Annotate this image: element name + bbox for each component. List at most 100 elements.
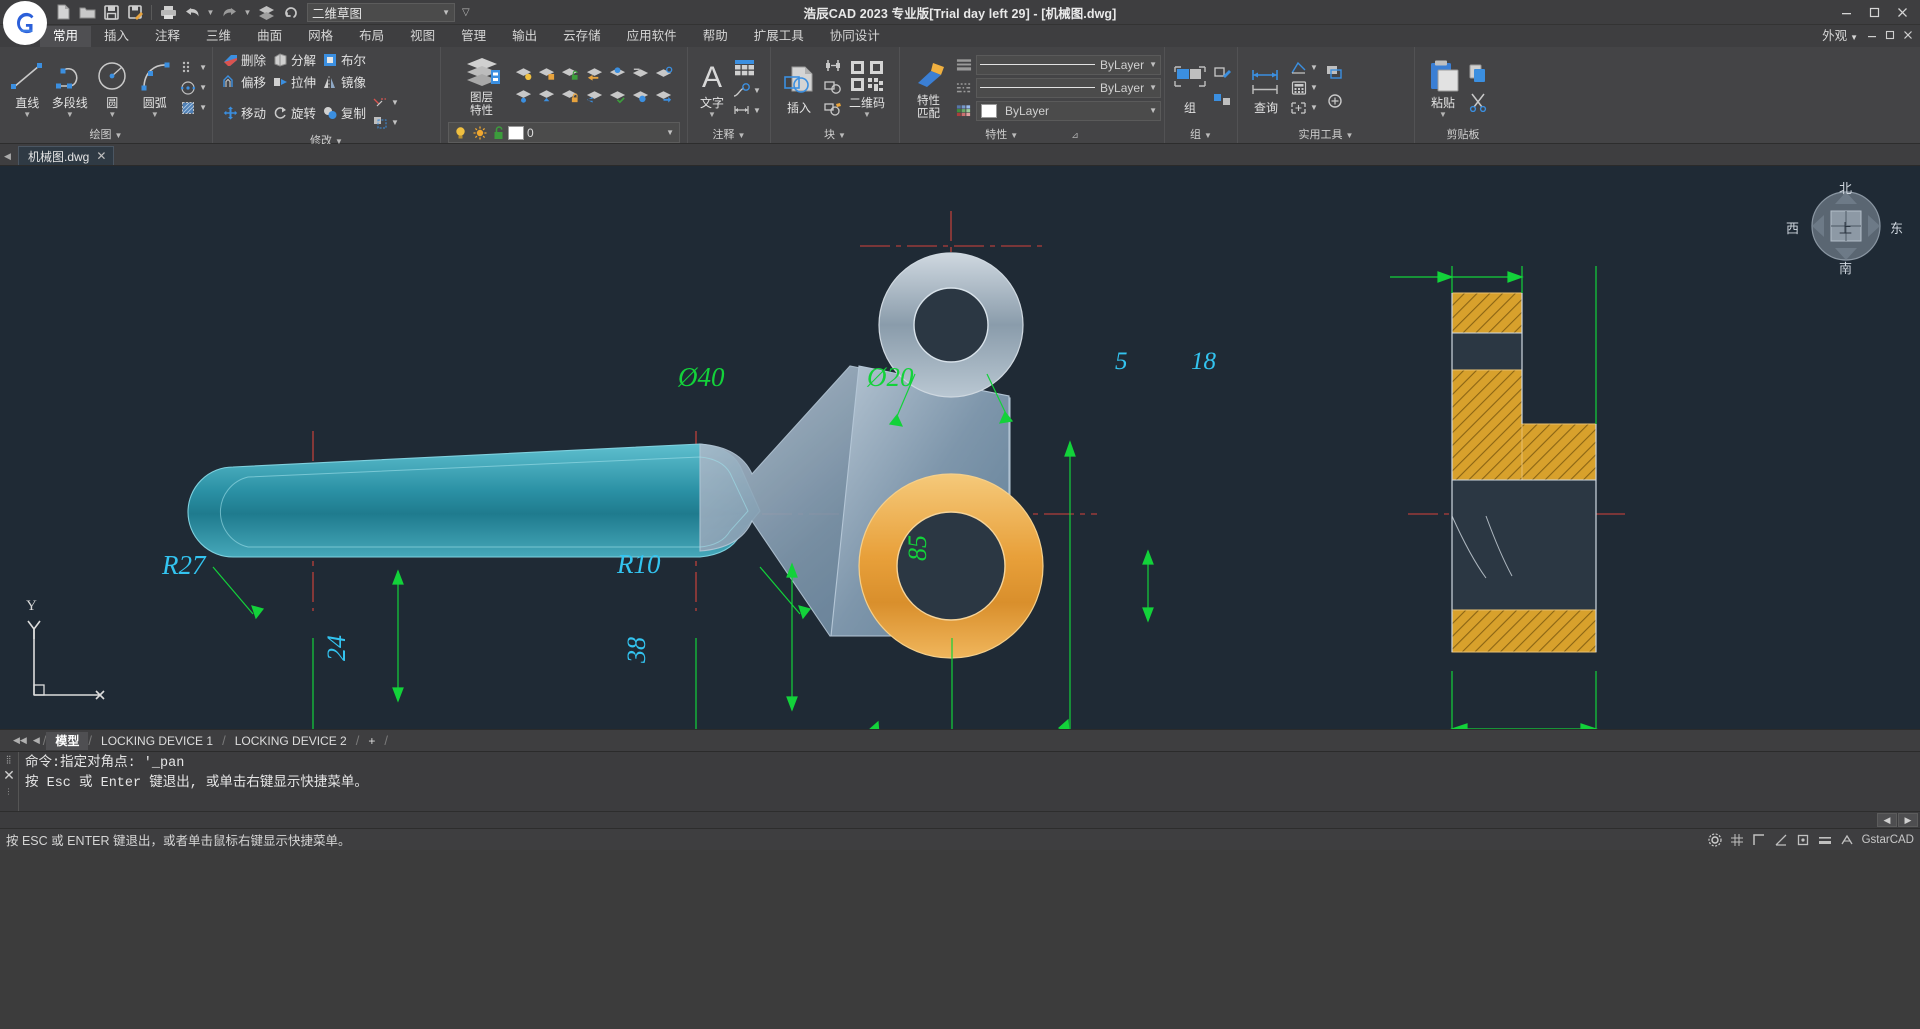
- block-edit-icon[interactable]: [822, 55, 844, 76]
- draw-circle-button[interactable]: 圆 ▼: [91, 54, 134, 121]
- command-line-text[interactable]: 命令:指定对角点: '_pan 按 Esc 或 Enter 键退出, 或单击右键…: [18, 752, 1906, 811]
- point-style-dropdown-icon[interactable]: ▼: [1308, 103, 1320, 112]
- ribbon-tab-insert[interactable]: 插入: [91, 26, 142, 47]
- ribbon-close-button[interactable]: [1900, 27, 1916, 43]
- ribbon-tab-annotate[interactable]: 注释: [142, 26, 193, 47]
- ribbon-tab-collab[interactable]: 协同设计: [817, 26, 893, 47]
- layer-selector[interactable]: 0 ▼: [448, 122, 680, 143]
- app-logo-icon[interactable]: [3, 1, 47, 45]
- panel-group-expand-icon[interactable]: ▼: [1204, 128, 1212, 143]
- trim-icon[interactable]: [370, 93, 389, 112]
- panel-utility-expand-icon[interactable]: ▼: [1346, 128, 1354, 143]
- block-qrcode-button[interactable]: 二维码 ▼: [844, 54, 890, 121]
- panel-properties-expand-icon[interactable]: ▼: [1010, 128, 1018, 143]
- modify-stretch-button[interactable]: 拉伸: [269, 71, 319, 92]
- drawing-canvas[interactable]: Ø40 Ø20 R27 R10 24 38 85 Ø38 Ø65 0 128-0…: [0, 166, 1920, 729]
- hatch-fill-icon[interactable]: [178, 98, 197, 117]
- panel-block-expand-icon[interactable]: ▼: [838, 128, 846, 143]
- ribbon-tab-surface[interactable]: 曲面: [244, 26, 295, 47]
- layout-tab-locking1[interactable]: LOCKING DEVICE 1: [92, 732, 222, 750]
- ribbon-tab-apps[interactable]: 应用软件: [614, 26, 690, 47]
- paste-dropdown-icon[interactable]: ▼: [1439, 110, 1447, 119]
- dimension-dropdown-icon[interactable]: ▼: [751, 106, 763, 115]
- cad-drawing[interactable]: [0, 166, 1920, 729]
- restore-icon[interactable]: [279, 2, 301, 23]
- save-as-icon[interactable]: [124, 2, 146, 23]
- panel-annotation-expand-icon[interactable]: ▼: [738, 128, 746, 143]
- workspace-selector[interactable]: 二维草图 ▼: [307, 3, 455, 22]
- copy-clip-icon[interactable]: [1466, 59, 1490, 87]
- ribbon-maximize-button[interactable]: [1882, 27, 1898, 43]
- layout-first-icon[interactable]: ◀◀: [10, 735, 30, 746]
- ribbon-tab-3d[interactable]: 三维: [193, 26, 244, 47]
- layer-apply-icon[interactable]: [608, 87, 627, 106]
- leader-dropdown-icon[interactable]: ▼: [751, 86, 763, 95]
- block-qrcode-dropdown-icon[interactable]: ▼: [863, 110, 871, 119]
- draw-circle-dropdown-icon[interactable]: ▼: [108, 110, 116, 119]
- layer-color-swatch[interactable]: [508, 126, 524, 140]
- modify-offset-button[interactable]: 偏移: [219, 71, 269, 92]
- print-icon[interactable]: [157, 2, 179, 23]
- layer-turn-icon[interactable]: [631, 87, 650, 106]
- open-folder-icon[interactable]: [76, 2, 98, 23]
- appearance-menu[interactable]: 外观▼: [1818, 23, 1862, 46]
- block-attribute-icon[interactable]: [822, 99, 844, 120]
- layout-tab-locking2[interactable]: LOCKING DEVICE 2: [226, 732, 356, 750]
- modify-mirror-button[interactable]: 镜像: [319, 71, 369, 92]
- array-icon[interactable]: [370, 113, 389, 132]
- point-style-icon[interactable]: [1289, 98, 1308, 117]
- lightbulb-icon[interactable]: [451, 123, 470, 142]
- modify-boolean-button[interactable]: 布尔: [319, 49, 369, 70]
- calculator-dropdown-icon[interactable]: ▼: [1308, 83, 1320, 92]
- layer-on-icon[interactable]: [514, 65, 533, 84]
- ribbon-minimize-button[interactable]: [1864, 27, 1880, 43]
- gear-icon[interactable]: [1708, 832, 1723, 847]
- group-button[interactable]: 组: [1169, 59, 1211, 117]
- layer-merge-icon[interactable]: [537, 87, 556, 106]
- sun-icon[interactable]: [470, 123, 489, 142]
- layer-match-icon[interactable]: [631, 65, 650, 84]
- ribbon-tab-express[interactable]: 扩展工具: [741, 26, 817, 47]
- block-insert-button[interactable]: 插入: [776, 59, 822, 117]
- lineweight-dropdown-icon[interactable]: ▼: [1149, 60, 1157, 69]
- redo-icon[interactable]: [218, 2, 240, 23]
- layer-properties-button[interactable]: 图层 特性: [456, 50, 508, 120]
- linetype-selector[interactable]: ByLayer ▼: [976, 78, 1161, 98]
- ortho-icon[interactable]: [1752, 832, 1767, 847]
- area-dropdown-icon[interactable]: ▼: [1308, 63, 1320, 72]
- draw-line-dropdown-icon[interactable]: ▼: [23, 110, 31, 119]
- color-selector[interactable]: ByLayer ▼: [976, 101, 1161, 121]
- document-tab-drawing[interactable]: 机械图.dwg ✕: [18, 146, 114, 165]
- table-icon[interactable]: [732, 56, 756, 80]
- ribbon-tab-output[interactable]: 输出: [499, 26, 550, 47]
- annotation-scale-icon[interactable]: [1840, 832, 1855, 847]
- modify-copy-button[interactable]: 复制: [319, 102, 369, 123]
- dimension-icon[interactable]: [732, 101, 751, 120]
- drag-handle-icon[interactable]: ⣿: [6, 755, 13, 764]
- layer-walk-icon[interactable]: [654, 87, 673, 106]
- inquiry-button[interactable]: 查询: [1243, 59, 1289, 117]
- lineweight-icon[interactable]: [1818, 832, 1833, 847]
- doctab-scroll-left-icon[interactable]: ◀: [4, 151, 11, 162]
- color-dropdown-icon[interactable]: ▼: [1149, 106, 1157, 115]
- draw-line-button[interactable]: 直线 ▼: [6, 54, 49, 121]
- modify-rotate-button[interactable]: 旋转: [269, 102, 319, 123]
- layer-state-icon[interactable]: [654, 65, 673, 84]
- ribbon-tab-help[interactable]: 帮助: [690, 26, 741, 47]
- layer-prev-icon[interactable]: [585, 65, 604, 84]
- quick-access-more-icon[interactable]: ▽: [462, 7, 470, 18]
- polar-icon[interactable]: [1774, 832, 1789, 847]
- hatch-fill-dropdown-icon[interactable]: ▼: [197, 103, 209, 112]
- layout-tab-model[interactable]: 模型: [46, 732, 88, 750]
- layer-dropdown-icon[interactable]: ▼: [666, 128, 677, 137]
- osnap-icon[interactable]: [1796, 832, 1811, 847]
- minimize-button[interactable]: [1833, 3, 1860, 22]
- ellipse-icon[interactable]: [178, 78, 197, 97]
- paste-button[interactable]: 粘贴 ▼: [1420, 54, 1466, 121]
- close-button[interactable]: [1889, 3, 1916, 22]
- layers-icon[interactable]: [255, 2, 277, 23]
- ribbon-tab-layout[interactable]: 布局: [346, 26, 397, 47]
- draw-polyline-dropdown-icon[interactable]: ▼: [66, 110, 74, 119]
- layer-off-icon[interactable]: [585, 87, 604, 106]
- lineweight-selector[interactable]: ByLayer ▼: [976, 55, 1161, 75]
